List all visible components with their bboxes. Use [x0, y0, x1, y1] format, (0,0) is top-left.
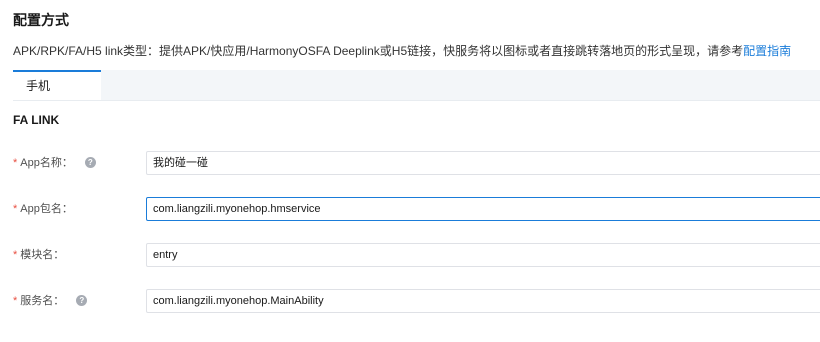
form-row-app-name: * App名称：? 我的碰一碰 [0, 151, 820, 175]
label-text: 服务名： [20, 295, 65, 307]
required-mark: * [13, 157, 18, 169]
question-circle-icon[interactable]: ? [84, 156, 96, 168]
app-name-input[interactable]: 我的碰一碰 [146, 151, 820, 175]
field-label-app-package: * App包名： [13, 197, 73, 221]
required-mark: * [13, 295, 18, 307]
label-text: 模块名： [20, 249, 65, 261]
section-title: 配置方式 [13, 12, 69, 28]
tab-phone[interactable]: 手机 [13, 70, 101, 100]
service-name-input[interactable]: com.liangzili.myonehop.MainAbility [146, 289, 820, 313]
required-mark: * [13, 203, 18, 215]
module-name-input[interactable]: entry [146, 243, 820, 267]
field-label-module-name: * 模块名： [13, 243, 64, 267]
required-mark: * [13, 249, 18, 261]
config-guide-link[interactable]: 配置指南 [743, 44, 791, 58]
label-text: App名称： [20, 157, 73, 169]
app-package-input[interactable]: com.liangzili.myonehop.hmservice [146, 197, 820, 221]
question-circle-icon[interactable]: ? [76, 294, 88, 306]
label-text: App包名： [20, 203, 73, 215]
form-row-service-name: * 服务名：? com.liangzili.myonehop.MainAbilit… [0, 289, 820, 313]
form-row-module-name: * 模块名： entry [0, 243, 820, 267]
form-row-app-package: * App包名： com.liangzili.myonehop.hmservice [0, 197, 820, 221]
description-text: APK/RPK/FA/H5 link类型：提供APK/快应用/HarmonyOS… [13, 44, 744, 58]
field-label-service-name: * 服务名：? [13, 289, 88, 313]
device-tab-bar: 手机 [13, 70, 820, 101]
field-label-app-name: * App名称：? [13, 151, 96, 175]
section-description: APK/RPK/FA/H5 link类型：提供APK/快应用/HarmonyOS… [13, 42, 791, 59]
fa-link-title: FA LINK [13, 113, 60, 127]
